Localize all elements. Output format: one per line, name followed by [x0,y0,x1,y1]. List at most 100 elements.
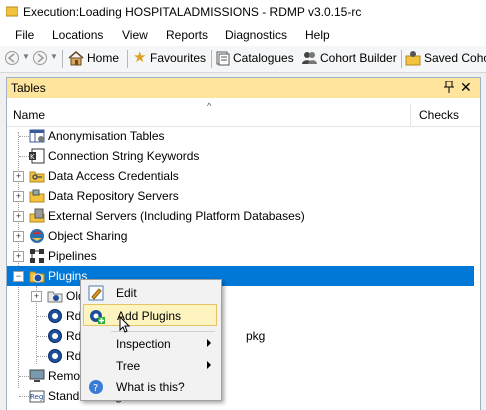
expand-icon[interactable]: + [13,171,24,182]
tree-item-label: Pipelines [48,249,97,263]
tree-item-label: External Servers (Including Platform Dat… [48,209,305,223]
plugin-folder-icon [47,291,63,303]
toolbar-separator [211,50,212,68]
menu-item-tree[interactable]: Tree [83,355,217,377]
tree-item-rd-3[interactable]: Rd [7,346,474,366]
expand-icon[interactable]: + [13,231,24,242]
column-header: ^ Name Checks [7,101,480,127]
add-plugins-icon [90,310,105,324]
menu-item-inspection[interactable]: Inspection [83,333,217,355]
tree-item-label: Data Repository Servers [48,189,179,203]
window-title: Execution:Loading HOSPITALADMISSIONS - R… [23,5,362,19]
svg-text:?: ? [93,383,98,394]
menu-diagnostics[interactable]: Diagnostics [225,28,287,42]
submenu-arrow-icon [207,361,211,369]
back-dropdown-icon[interactable]: ▼ [22,52,30,61]
menu-item-label: What is this? [116,380,185,394]
submenu-arrow-icon [207,339,211,347]
tree-item-label: Data Access Credentials [48,169,179,183]
menu-item-label: Edit [116,286,137,300]
tree-item-anonymisation-tables[interactable]: Anonymisation Tables [7,126,474,146]
menu-item-label: Tree [116,359,141,373]
plugin-icon [29,271,45,283]
toolbar-separator [62,50,63,68]
close-icon[interactable]: ✕ [460,79,472,96]
keyword-icon: K [29,148,45,164]
plugin-package-icon [48,349,62,363]
column-checks-header[interactable]: Checks [419,108,459,122]
menu-locations[interactable]: Locations [52,28,103,42]
table-icon [29,129,45,143]
tree-item-label: Connection String Keywords [48,149,200,163]
expand-icon[interactable]: + [13,251,24,262]
tree-item-data-repository-servers[interactable]: + Data Repository Servers [7,186,474,206]
tree-item-pipelines[interactable]: + Pipelines [7,246,474,266]
remote-icon [29,369,45,382]
tree-item-remote[interactable]: Remot [7,366,474,386]
menu-item-label: Inspection [116,337,171,351]
catalogues-button[interactable]: Catalogues [233,51,294,65]
menu-file[interactable]: File [15,28,34,42]
tree-item-standard-regexes[interactable]: Reg Standard Regexes [7,386,474,406]
sort-indicator-icon: ^ [207,101,212,111]
tree-item-rd-1[interactable]: Rd [7,306,474,326]
favourites-button[interactable]: Favourites [150,51,206,65]
tree-item-data-access-credentials[interactable]: + Data Access Credentials [7,166,474,186]
toolbar: ▼ ▼ Home ★ Favourites Catalogues Cohort … [0,46,486,73]
expand-icon[interactable]: + [31,291,42,302]
plugin-package-icon [48,309,62,323]
catalogues-icon [216,51,230,66]
tree-item-old[interactable]: + Old [7,286,474,306]
mouse-cursor-icon [119,316,131,333]
cohort-builder-button[interactable]: Cohort Builder [320,51,397,65]
tree-line [37,336,47,337]
menu-help[interactable]: Help [305,28,330,42]
tree-item-external-servers[interactable]: + External Servers (Including Platform D… [7,206,474,226]
pipeline-icon [30,249,44,263]
pin-icon[interactable] [444,80,454,96]
plugin-package-icon [48,329,62,343]
expand-icon[interactable]: + [13,191,24,202]
key-folder-icon [29,171,45,183]
column-name-header[interactable]: Name [13,108,45,122]
tree-item-label: Anonymisation Tables [48,129,165,143]
help-icon: ? [89,380,103,394]
panel-header: Tables ✕ [7,78,480,98]
tree-item-label-suffix: pkg [246,329,266,343]
menu-bar: File Locations View Reports Diagnostics … [0,24,486,46]
column-divider[interactable] [410,104,411,126]
tree-item-label: Remot [48,369,84,383]
menu-item-add-plugins[interactable]: Add Plugins [83,304,217,326]
tree-item-connection-string-keywords[interactable]: K Connection String Keywords [7,146,474,166]
tree-line [19,396,29,397]
forward-dropdown-icon[interactable]: ▼ [50,52,58,61]
tables-panel: Tables ✕ ^ Name Checks Anonymisation Tab… [6,77,481,410]
star-icon: ★ [133,49,147,66]
menu-item-edit[interactable]: Edit [83,282,217,304]
home-icon[interactable] [68,50,84,66]
menu-item-what-is-this[interactable]: ? What is this? [83,376,217,398]
title-bar: Execution:Loading HOSPITALADMISSIONS - R… [0,0,486,24]
tree-item-object-sharing[interactable]: + Object Sharing [7,226,474,246]
svg-text:K: K [30,153,35,161]
context-menu: Edit Add Plugins Inspection Tree ? What … [80,279,222,401]
tree-item-rd-2[interactable]: Rd pkg [7,326,474,346]
tree-item-plugins[interactable]: − Plugins [7,266,474,286]
forward-icon[interactable] [32,50,48,66]
toolbar-separator [401,50,402,68]
collapse-icon[interactable]: − [13,271,24,282]
server-icon [29,208,45,223]
saved-cohorts-button[interactable]: Saved Coho [424,51,486,65]
edit-icon [88,285,104,301]
back-icon[interactable] [4,50,20,66]
saved-cohorts-icon [405,51,421,66]
cohort-builder-icon [302,52,317,64]
tree-line [19,376,29,377]
home-button[interactable]: Home [87,51,119,65]
app-icon [6,6,18,17]
expand-icon[interactable]: + [13,211,24,222]
menu-reports[interactable]: Reports [166,28,208,42]
tree-item-label: Object Sharing [48,229,128,243]
tree-line [37,316,47,317]
menu-view[interactable]: View [122,28,148,42]
